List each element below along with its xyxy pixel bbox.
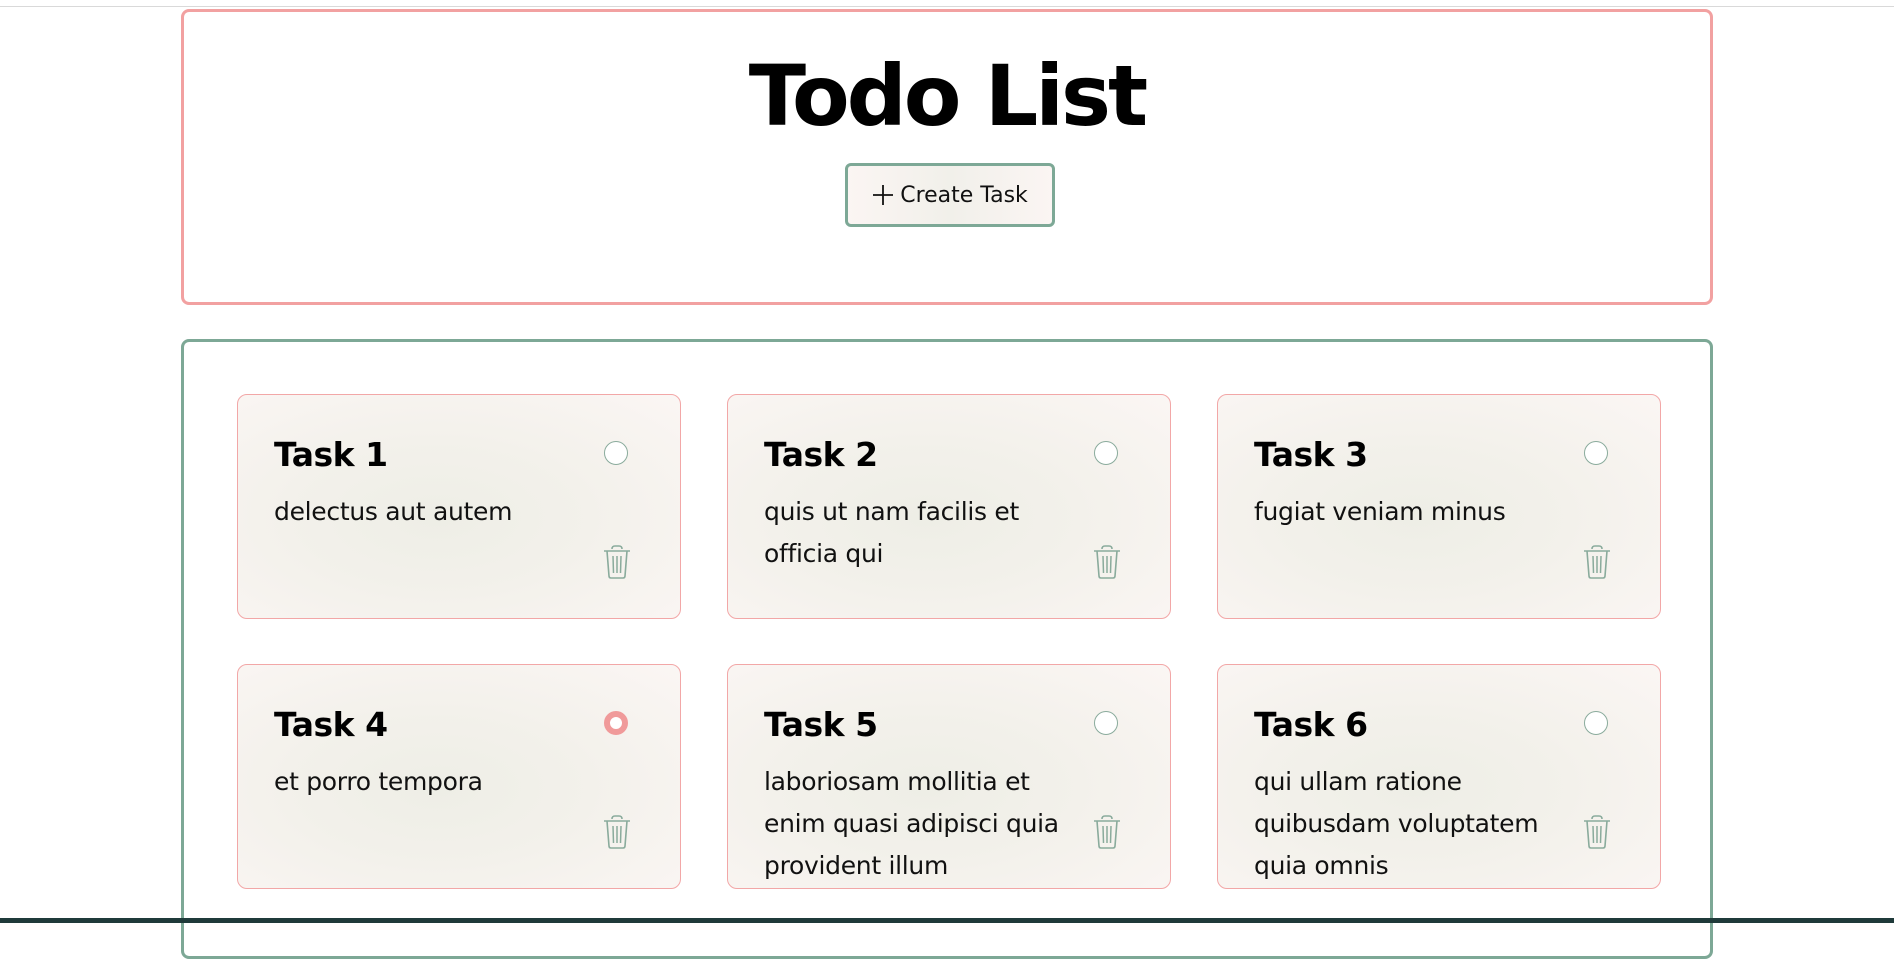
- bottom-taskbar-edge: [0, 918, 1894, 923]
- task-title: Task 6: [1254, 705, 1368, 744]
- task-description: et porro tempora: [274, 767, 483, 796]
- task-card: Task 2 quis ut nam facilis et officia qu…: [727, 394, 1171, 619]
- trash-icon[interactable]: [1093, 545, 1121, 579]
- task-description: quis ut nam facilis et officia qui: [764, 497, 1019, 568]
- task-complete-radio[interactable]: [604, 441, 628, 465]
- task-title: Task 1: [274, 435, 388, 474]
- trash-icon[interactable]: [603, 815, 631, 849]
- header-panel: Todo List Create Task: [181, 9, 1713, 305]
- trash-icon[interactable]: [1583, 545, 1611, 579]
- create-task-label: Create Task: [900, 182, 1028, 208]
- task-card: Task 4 et porro tempora: [237, 664, 681, 889]
- task-description: laboriosam mollitia et enim quasi adipis…: [764, 767, 1059, 880]
- task-complete-radio[interactable]: [1094, 711, 1118, 735]
- task-complete-radio[interactable]: [1094, 441, 1118, 465]
- task-description: qui ullam ratione quibusdam voluptatem q…: [1254, 767, 1539, 880]
- task-title: Task 4: [274, 705, 388, 744]
- trash-icon[interactable]: [603, 545, 631, 579]
- create-task-button[interactable]: Create Task: [845, 163, 1055, 227]
- page-title: Todo List: [748, 47, 1148, 145]
- task-description: delectus aut autem: [274, 497, 513, 526]
- task-title: Task 2: [764, 435, 878, 474]
- task-card: Task 6 qui ullam ratione quibusdam volup…: [1217, 664, 1661, 889]
- task-complete-radio[interactable]: [1584, 441, 1608, 465]
- trash-icon[interactable]: [1093, 815, 1121, 849]
- task-list-panel: Task 1 delectus aut autem Task 2 quis ut…: [181, 339, 1713, 959]
- task-title: Task 5: [764, 705, 878, 744]
- trash-icon[interactable]: [1583, 815, 1611, 849]
- plus-icon: [873, 185, 894, 205]
- task-title: Task 3: [1254, 435, 1368, 474]
- task-description: fugiat veniam minus: [1254, 497, 1506, 526]
- browser-top-divider: [0, 6, 1894, 7]
- task-complete-radio-checked[interactable]: [604, 711, 628, 735]
- task-card: Task 5 laboriosam mollitia et enim quasi…: [727, 664, 1171, 889]
- task-card: Task 1 delectus aut autem: [237, 394, 681, 619]
- task-card: Task 3 fugiat veniam minus: [1217, 394, 1661, 619]
- task-complete-radio[interactable]: [1584, 711, 1608, 735]
